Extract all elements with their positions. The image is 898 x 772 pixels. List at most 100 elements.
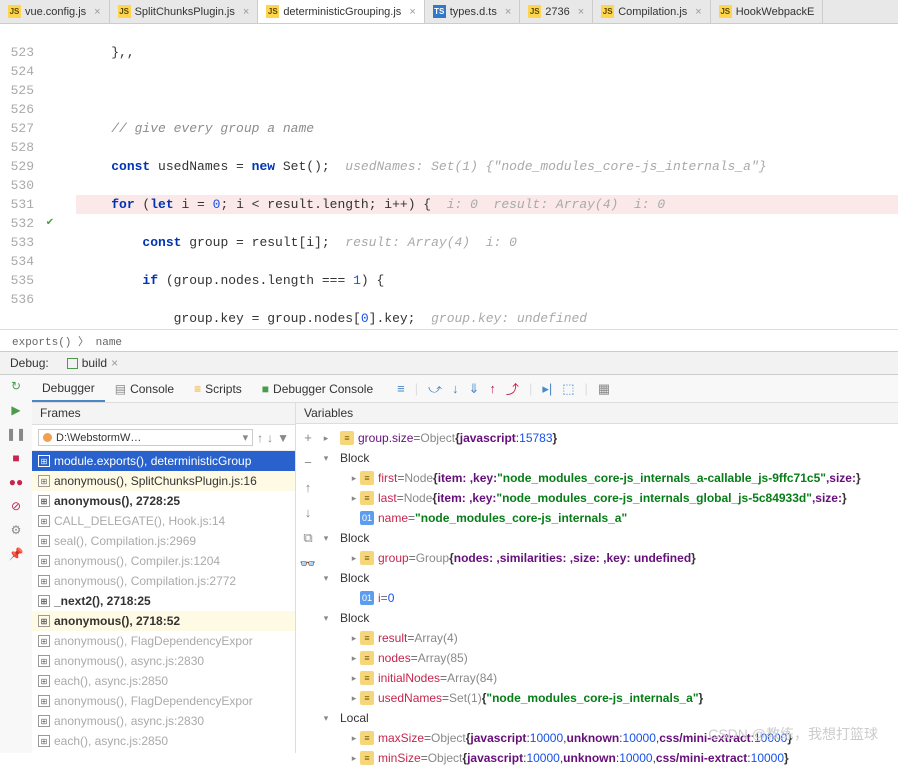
code-editor[interactable]: 5235245255265275285295305315325335345355… bbox=[0, 24, 898, 329]
close-icon[interactable]: × bbox=[243, 6, 249, 18]
filter-icon[interactable]: ▼ bbox=[277, 431, 289, 445]
step-over-icon[interactable]: ⤻ bbox=[428, 381, 442, 397]
expand-icon[interactable]: ▸ bbox=[348, 488, 360, 508]
debug-side-toolbar: ↻ ▶ ❚❚ ■ ●● ⊘ ⚙ 📌 bbox=[0, 375, 32, 753]
variables-panel: Variables + − ↑ ↓ ⧉ 👓 ▸≡group.size = Obj… bbox=[296, 403, 898, 753]
js-file-icon: JS bbox=[266, 5, 279, 18]
glasses-icon[interactable]: 👓 bbox=[300, 556, 316, 572]
breakpoints-icon[interactable]: ●● bbox=[9, 475, 24, 489]
rerun-icon[interactable]: ↻ bbox=[11, 379, 21, 393]
vars-toolbar: + − ↑ ↓ ⧉ 👓 bbox=[296, 424, 320, 772]
expand-icon[interactable]: ▸ bbox=[348, 728, 360, 748]
tab-debugger[interactable]: Debugger bbox=[32, 375, 105, 402]
thread-dropdown[interactable]: D:\WebstormW…▾ bbox=[38, 429, 253, 446]
pin-icon[interactable]: 📌 bbox=[9, 547, 24, 561]
settings-icon[interactable]: ⚙ bbox=[11, 523, 22, 537]
resume-icon[interactable]: ▶ bbox=[11, 403, 20, 417]
stop-icon[interactable]: ■ bbox=[12, 451, 19, 465]
object-icon: ≡ bbox=[360, 731, 374, 745]
close-icon[interactable]: × bbox=[578, 6, 584, 18]
run-to-cursor-icon[interactable]: ▸| bbox=[542, 381, 552, 397]
tab-compilation[interactable]: JSCompilation.js× bbox=[593, 0, 711, 23]
frame-item[interactable]: ⊞each(), async.js:2850 bbox=[32, 671, 295, 691]
collapse-icon[interactable]: ▾ bbox=[320, 568, 332, 588]
expand-icon[interactable]: ▸ bbox=[348, 748, 360, 768]
tab-splitchunks[interactable]: JSSplitChunksPlugin.js× bbox=[110, 0, 259, 23]
frame-item[interactable]: ⊞anonymous(), 2728:25 bbox=[32, 491, 295, 511]
next-frame-icon[interactable]: ↓ bbox=[267, 431, 273, 445]
up-icon[interactable]: ↑ bbox=[305, 480, 312, 495]
tab-scripts[interactable]: ≡Scripts bbox=[184, 375, 252, 402]
expand-icon[interactable]: ▸ bbox=[348, 468, 360, 488]
expand-icon[interactable]: ▸ bbox=[348, 688, 360, 708]
frame-item[interactable]: ⊞anonymous(), async.js:2830 bbox=[32, 711, 295, 731]
expand-icon[interactable]: ▸ bbox=[348, 548, 360, 568]
drop-frame-icon[interactable]: ⤴ bbox=[506, 379, 519, 398]
frame-item[interactable]: ⊞module.exports(), deterministicGroup bbox=[32, 451, 295, 471]
expand-icon[interactable]: ▸ bbox=[348, 668, 360, 688]
close-icon[interactable]: × bbox=[111, 356, 118, 370]
frame-icon: ⊞ bbox=[38, 495, 50, 507]
code-area[interactable]: },, // give every group a name const use… bbox=[76, 24, 898, 329]
show-exec-icon[interactable]: ≡ bbox=[397, 381, 405, 396]
evaluate-icon[interactable]: ⬚ bbox=[562, 381, 574, 397]
frame-icon: ⊞ bbox=[38, 695, 50, 707]
down-icon[interactable]: ↓ bbox=[305, 505, 312, 520]
frame-item[interactable]: ⊞anonymous(), SplitChunksPlugin.js:16 bbox=[32, 471, 295, 491]
debug-config-tab[interactable]: build× bbox=[61, 354, 124, 372]
fold-gutter bbox=[60, 24, 76, 329]
tab-console[interactable]: ▤Console bbox=[105, 375, 184, 402]
frame-icon: ⊞ bbox=[38, 575, 50, 587]
tab-vue-config[interactable]: JSvue.config.js× bbox=[0, 0, 110, 23]
value-icon: 01 bbox=[360, 591, 374, 605]
tab-hookwebpack[interactable]: JSHookWebpackE bbox=[711, 0, 824, 23]
collapse-icon[interactable]: ▾ bbox=[320, 708, 332, 728]
prev-frame-icon[interactable]: ↑ bbox=[257, 431, 263, 445]
frame-item[interactable]: ⊞anonymous(), async.js:2830 bbox=[32, 651, 295, 671]
tab-types[interactable]: TStypes.d.ts× bbox=[425, 0, 521, 23]
force-step-into-icon[interactable]: ⇓ bbox=[469, 381, 480, 397]
add-watch-icon[interactable]: + bbox=[304, 430, 312, 445]
tab-deterministic-grouping[interactable]: JSdeterministicGrouping.js× bbox=[258, 0, 424, 23]
step-out-icon[interactable]: ↑ bbox=[489, 381, 496, 396]
close-icon[interactable]: × bbox=[94, 6, 100, 18]
js-file-icon: JS bbox=[601, 5, 614, 18]
frame-item[interactable]: ⊞anonymous(), 2718:52 bbox=[32, 611, 295, 631]
debug-sub-toolbar: Debugger ▤Console ≡Scripts ■Debugger Con… bbox=[32, 375, 898, 403]
js-file-icon: JS bbox=[8, 5, 21, 18]
collapse-icon[interactable]: ▾ bbox=[320, 448, 332, 468]
copy-icon[interactable]: ⧉ bbox=[303, 530, 312, 546]
expand-icon[interactable]: ▸ bbox=[320, 428, 332, 448]
remove-watch-icon[interactable]: − bbox=[304, 455, 312, 470]
step-into-icon[interactable]: ↓ bbox=[452, 381, 459, 396]
frame-item[interactable]: ⊞anonymous(), Compiler.js:1204 bbox=[32, 551, 295, 571]
frame-icon: ⊞ bbox=[38, 595, 50, 607]
watermark: CSDN @教练，我想打篮球 bbox=[708, 724, 878, 744]
frame-item[interactable]: ⊞anonymous(), FlagDependencyExpor bbox=[32, 631, 295, 651]
close-icon[interactable]: × bbox=[409, 6, 415, 18]
frame-item[interactable]: ⊞_next2(), 2718:25 bbox=[32, 591, 295, 611]
frame-item[interactable]: ⊞anonymous(), Compilation.js:2772 bbox=[32, 571, 295, 591]
frame-item[interactable]: ⊞each(), async.js:2850 bbox=[32, 731, 295, 751]
layout-icon[interactable]: ▦ bbox=[598, 381, 610, 397]
frame-item[interactable]: ⊞anonymous(), FlagDependencyExpor bbox=[32, 691, 295, 711]
mute-icon[interactable]: ⊘ bbox=[11, 499, 21, 513]
expand-icon[interactable]: ▸ bbox=[348, 648, 360, 668]
tab-2736[interactable]: JS2736× bbox=[520, 0, 593, 23]
tab-debugger-console[interactable]: ■Debugger Console bbox=[252, 375, 383, 402]
frame-item[interactable]: ⊞seal(), Compilation.js:2969 bbox=[32, 531, 295, 551]
close-icon[interactable]: × bbox=[695, 6, 701, 18]
ts-file-icon: TS bbox=[433, 5, 446, 18]
collapse-icon[interactable]: ▾ bbox=[320, 528, 332, 548]
breadcrumb[interactable]: exports() 〉 name bbox=[0, 329, 898, 351]
pause-icon[interactable]: ❚❚ bbox=[6, 427, 26, 441]
frame-item[interactable]: ⊞CALL_DELEGATE(), Hook.js:14 bbox=[32, 511, 295, 531]
close-icon[interactable]: × bbox=[505, 6, 511, 18]
collapse-icon[interactable]: ▾ bbox=[320, 608, 332, 628]
debug-toolwindow-header: Debug: build× bbox=[0, 351, 898, 375]
expand-icon[interactable]: ▸ bbox=[348, 628, 360, 648]
frames-toolbar: D:\WebstormW…▾ ↑ ↓ ▼ bbox=[32, 425, 295, 451]
object-icon: ≡ bbox=[360, 551, 374, 565]
frames-list[interactable]: ⊞module.exports(), deterministicGroup⊞an… bbox=[32, 451, 295, 753]
variables-tree[interactable]: ▸≡group.size = Object {javascript: 15783… bbox=[320, 424, 898, 772]
